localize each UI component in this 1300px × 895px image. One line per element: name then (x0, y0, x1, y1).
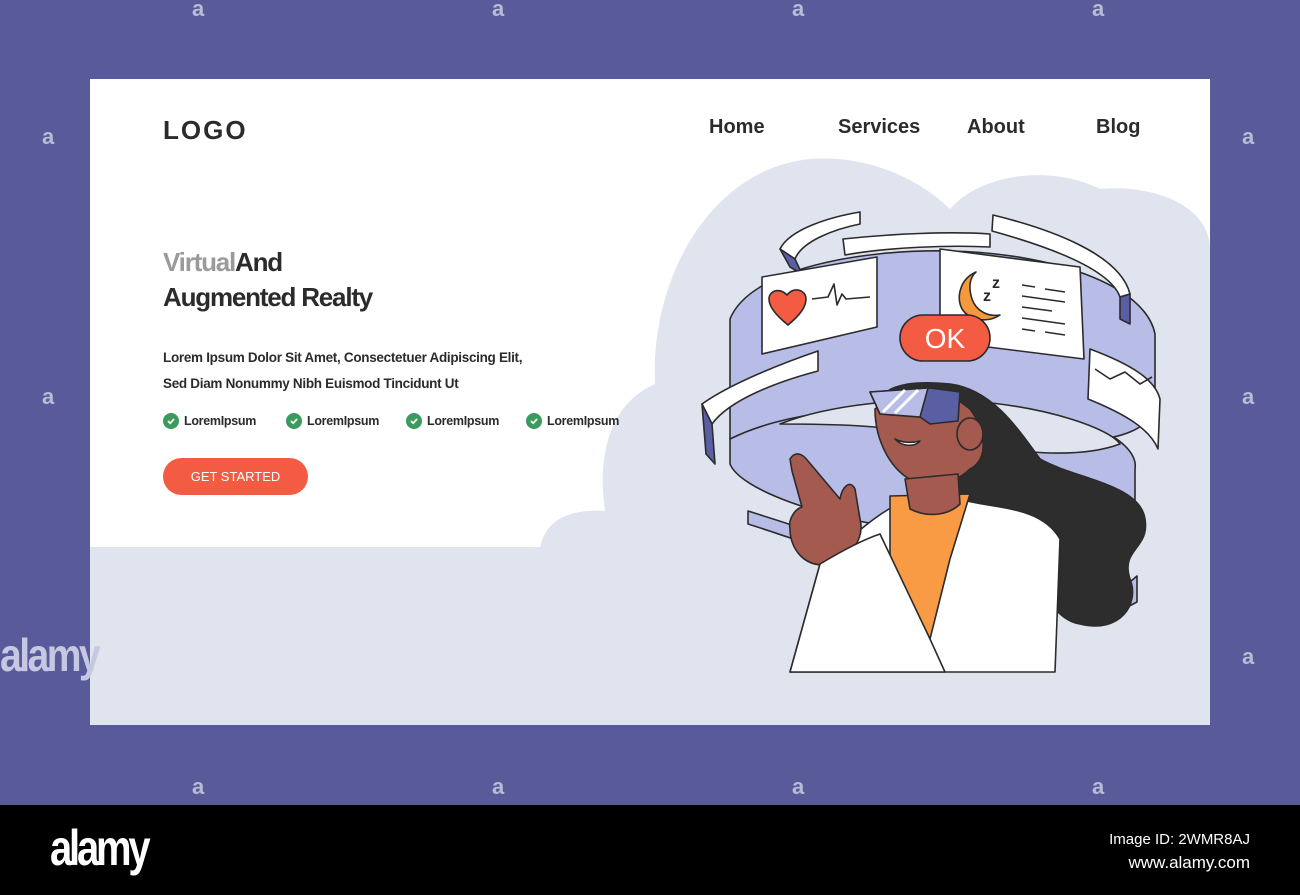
watermark-brand-overlay: alamy (0, 629, 101, 681)
watermark-footer: alamy Image ID: 2WMR8AJ www.alamy.com (0, 805, 1300, 895)
landing-page-frame: LOGO Home Services About Blog VirtualAnd… (90, 79, 1210, 725)
sleep-glyph: z (983, 288, 991, 305)
alamy-logo: alamy (50, 820, 151, 876)
watermark-glyph: a (1092, 0, 1105, 21)
watermark-glyph: a (1242, 644, 1255, 669)
watermark-glyph: a (1242, 384, 1255, 409)
top-arc-right-edge (1119, 293, 1131, 325)
watermark-glyph: a (192, 774, 205, 799)
ok-badge-label: OK (925, 323, 966, 354)
watermark-glyph: a (1092, 774, 1105, 799)
watermark-glyph: a (42, 124, 55, 149)
watermark-glyph: a (792, 774, 805, 799)
ear (956, 417, 984, 451)
watermark-glyph: a (192, 0, 205, 21)
vr-visor (869, 387, 929, 418)
watermark-glyph: a (492, 774, 505, 799)
image-id: Image ID: 2WMR8AJ (1109, 831, 1250, 848)
vr-illustration: z z OK (701, 211, 1161, 673)
sleep-glyph: z (992, 275, 1000, 292)
watermark-glyph: a (792, 0, 805, 21)
watermark-glyph: a (1242, 124, 1255, 149)
watermark-glyph: a (42, 384, 55, 409)
watermark-url: www.alamy.com (1128, 853, 1250, 872)
watermark-glyph: a (492, 0, 505, 21)
neck (904, 473, 961, 516)
